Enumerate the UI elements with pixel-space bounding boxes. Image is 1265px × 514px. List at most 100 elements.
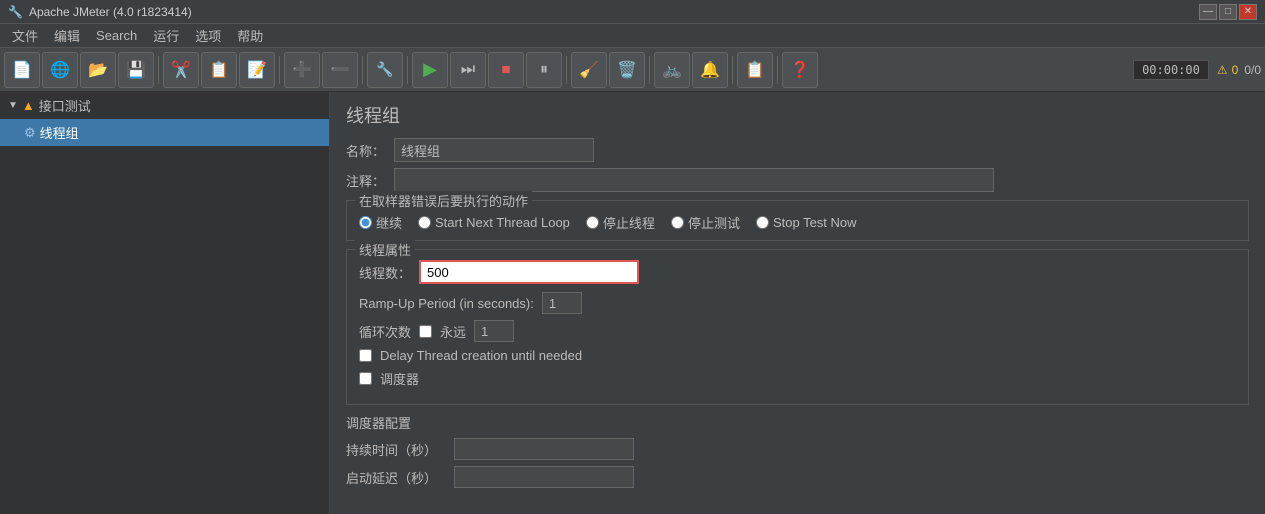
start-button[interactable]: ▶ xyxy=(412,52,448,88)
sidebar: ▼ ▲ 接口测试 ⚙ 线程组 xyxy=(0,92,330,514)
maximize-button[interactable]: □ xyxy=(1219,4,1237,20)
action-group: 在取样器错误后要执行的动作 继续 Start Next Thread Loop … xyxy=(346,200,1249,241)
radio-stop-thread[interactable]: 停止线程 xyxy=(586,213,655,232)
warning-icon: ⚠ xyxy=(1217,63,1228,77)
page-title: 线程组 xyxy=(346,102,1249,128)
menu-search[interactable]: Search xyxy=(88,26,145,45)
clear-all-button[interactable]: 🗑️ xyxy=(609,52,645,88)
stop-button[interactable]: ⏹ xyxy=(488,52,524,88)
radio-stop-test-label: 停止测试 xyxy=(688,213,740,232)
ramp-up-row: Ramp-Up Period (in seconds): xyxy=(359,292,1236,314)
thread-count-label: 线程数： xyxy=(359,263,411,282)
timer-display: 00:00:00 xyxy=(1133,60,1209,80)
main-layout: ▼ ▲ 接口测试 ⚙ 线程组 线程组 名称： 注释： 在取样器错误后要执行的动作 xyxy=(0,92,1265,514)
cut-button[interactable]: ✂️ xyxy=(163,52,199,88)
scheduler-config-title: 调度器配置 xyxy=(346,413,1249,432)
loop-count-row: 循环次数 永远 xyxy=(359,320,1236,342)
new-button[interactable]: 📄 xyxy=(4,52,40,88)
sidebar-item-thread-group[interactable]: ⚙ 线程组 xyxy=(0,119,329,146)
menu-bar: 文件 编辑 Search 运行 选项 帮助 xyxy=(0,24,1265,48)
menu-run[interactable]: 运行 xyxy=(145,24,187,47)
name-input[interactable] xyxy=(394,138,594,162)
delay-thread-checkbox[interactable] xyxy=(359,349,372,362)
save-button[interactable]: 💾 xyxy=(118,52,154,88)
radio-start-next-input[interactable] xyxy=(418,216,431,229)
separator3 xyxy=(362,56,363,84)
help-button[interactable]: ❓ xyxy=(782,52,818,88)
separator1 xyxy=(158,56,159,84)
comment-input[interactable] xyxy=(394,168,994,192)
test-plan-label: 接口测试 xyxy=(39,96,91,115)
radio-start-next-label: Start Next Thread Loop xyxy=(435,215,570,230)
radio-stop-thread-input[interactable] xyxy=(586,216,599,229)
delay-thread-label: Delay Thread creation until needed xyxy=(380,348,582,363)
ramp-up-label: Ramp-Up Period (in seconds): xyxy=(359,296,534,311)
thread-group-label: 线程组 xyxy=(40,123,79,142)
name-label: 名称： xyxy=(346,141,386,160)
gear-icon: ⚙ xyxy=(24,125,36,141)
duration-input[interactable] xyxy=(454,438,634,460)
radio-continue-input[interactable] xyxy=(359,216,372,229)
start-delay-label: 启动延迟（秒） xyxy=(346,468,446,487)
radio-stop-thread-label: 停止线程 xyxy=(603,213,655,232)
warning-count: 0 xyxy=(1232,63,1239,77)
error-count: 0/0 xyxy=(1244,63,1261,77)
scheduler-row: 调度器 xyxy=(359,369,1236,388)
scheduler-checkbox[interactable] xyxy=(359,372,372,385)
test-plan-icon: ▲ xyxy=(22,98,35,113)
action-group-title: 在取样器错误后要执行的动作 xyxy=(355,191,532,210)
separator5 xyxy=(566,56,567,84)
delay-thread-row: Delay Thread creation until needed xyxy=(359,348,1236,363)
menu-file[interactable]: 文件 xyxy=(4,24,46,47)
menu-options[interactable]: 选项 xyxy=(187,24,229,47)
radio-stop-test[interactable]: 停止测试 xyxy=(671,213,740,232)
app-icon: 🔧 xyxy=(8,5,23,19)
radio-stop-test-input[interactable] xyxy=(671,216,684,229)
scheduler-config: 调度器配置 持续时间（秒） 启动延迟（秒） xyxy=(346,413,1249,488)
ramp-up-input[interactable] xyxy=(542,292,582,314)
radio-continue-label: 继续 xyxy=(376,213,402,232)
start-delay-row: 启动延迟（秒） xyxy=(346,466,1249,488)
window-controls: — □ ✕ xyxy=(1199,4,1257,20)
warning-display: ⚠ 0 xyxy=(1217,63,1238,77)
separator2 xyxy=(279,56,280,84)
open-button[interactable]: 📂 xyxy=(80,52,116,88)
open-url-button[interactable]: 🌐 xyxy=(42,52,78,88)
scheduler-label: 调度器 xyxy=(380,369,419,388)
comment-row: 注释： xyxy=(346,168,1249,192)
radio-stop-test-now-input[interactable] xyxy=(756,216,769,229)
separator6 xyxy=(649,56,650,84)
menu-help[interactable]: 帮助 xyxy=(229,24,271,47)
add-button[interactable]: ➕ xyxy=(284,52,320,88)
start-no-pauses-button[interactable]: ⏭ xyxy=(450,52,486,88)
edit-button[interactable]: 🔧 xyxy=(367,52,403,88)
clear-button[interactable]: 🧹 xyxy=(571,52,607,88)
copy-button[interactable]: 📋 xyxy=(201,52,237,88)
sidebar-item-test-plan[interactable]: ▼ ▲ 接口测试 xyxy=(0,92,329,119)
radio-start-next[interactable]: Start Next Thread Loop xyxy=(418,215,570,230)
thread-count-row: 线程数： xyxy=(359,260,1236,284)
forever-checkbox[interactable] xyxy=(419,325,432,338)
separator8 xyxy=(777,56,778,84)
title-bar-text: Apache JMeter (4.0 r1823414) xyxy=(29,5,192,19)
close-button[interactable]: ✕ xyxy=(1239,4,1257,20)
minimize-button[interactable]: — xyxy=(1199,4,1217,20)
separator4 xyxy=(407,56,408,84)
name-row: 名称： xyxy=(346,138,1249,162)
paste-button[interactable]: 📝 xyxy=(239,52,275,88)
remote-button[interactable]: 🚲 xyxy=(654,52,690,88)
title-bar: 🔧 Apache JMeter (4.0 r1823414) — □ ✕ xyxy=(0,0,1265,24)
alert-button[interactable]: 🔔 xyxy=(692,52,728,88)
menu-edit[interactable]: 编辑 xyxy=(46,24,88,47)
comment-label: 注释： xyxy=(346,171,386,190)
start-delay-input[interactable] xyxy=(454,466,634,488)
log-button[interactable]: 📋 xyxy=(737,52,773,88)
shutdown-button[interactable]: ⏸ xyxy=(526,52,562,88)
remove-button[interactable]: ➖ xyxy=(322,52,358,88)
radio-continue[interactable]: 继续 xyxy=(359,213,402,232)
action-radio-options: 继续 Start Next Thread Loop 停止线程 停止测试 Stop… xyxy=(359,213,1236,232)
radio-stop-test-now[interactable]: Stop Test Now xyxy=(756,215,857,230)
thread-count-input[interactable] xyxy=(419,260,639,284)
loop-count-input[interactable] xyxy=(474,320,514,342)
content-area: 线程组 名称： 注释： 在取样器错误后要执行的动作 继续 Start Next … xyxy=(330,92,1265,514)
